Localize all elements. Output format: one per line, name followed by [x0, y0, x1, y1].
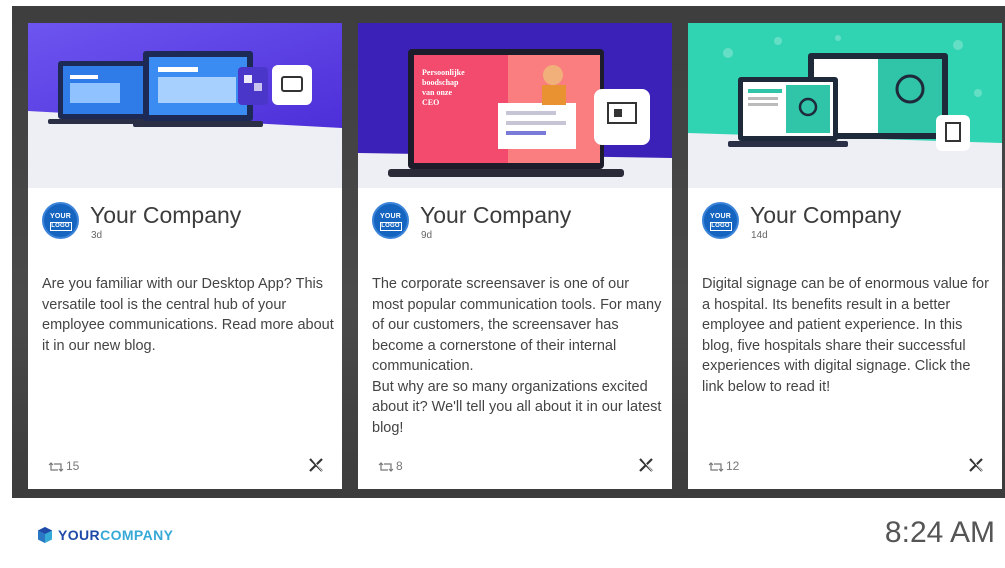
- brand-wordmark: YOURCOMPANY: [58, 527, 174, 543]
- social-wall-frame: YOUR LOGO Your Company 3d Are you famili…: [12, 6, 1005, 498]
- company-name: Your Company: [90, 202, 242, 228]
- social-post-card[interactable]: YOUR LOGO Your Company 3d Are you famili…: [28, 23, 342, 489]
- post-age: 3d: [91, 230, 103, 241]
- company-name: Your Company: [750, 202, 902, 228]
- bottom-bar: YOURCOMPANY 8:24 AM: [0, 498, 1005, 568]
- post-text: Are you familiar with our Desktop App? T…: [42, 276, 334, 354]
- company-avatar: YOUR LOGO: [42, 202, 79, 239]
- post-age: 9d: [421, 230, 433, 241]
- post-hero-image: [28, 23, 342, 188]
- retweet-icon: [48, 462, 64, 472]
- brand-logo-icon: [38, 527, 52, 543]
- svg-text:Persoonlijke: Persoonlijke: [422, 68, 465, 77]
- post-text: Digital signage can be of enormous value…: [702, 276, 989, 395]
- company-name: Your Company: [420, 202, 572, 228]
- company-avatar: YOUR LOGO: [702, 202, 739, 239]
- post-hero-image: Persoonlijke boodschap van onze CEO: [358, 23, 672, 188]
- post-text: The corporate screensaver is one of our …: [372, 276, 662, 436]
- svg-text:van onze: van onze: [422, 88, 452, 97]
- svg-text:CEO: CEO: [422, 98, 439, 107]
- post-age: 14d: [751, 230, 768, 241]
- retweet-count[interactable]: 8: [378, 459, 403, 473]
- retweet-count[interactable]: 12: [708, 459, 739, 473]
- post-hero-image: [688, 23, 1002, 188]
- x-logo-icon[interactable]: [968, 457, 984, 473]
- svg-text:boodschap: boodschap: [422, 78, 459, 87]
- retweet-icon: [708, 462, 724, 472]
- social-post-card[interactable]: YOUR LOGO Your Company 14d Digital signa…: [688, 23, 1002, 489]
- clock: 8:24 AM: [884, 516, 995, 549]
- retweet-count[interactable]: 15: [48, 459, 79, 473]
- company-avatar: YOUR LOGO: [372, 202, 409, 239]
- social-post-card[interactable]: Persoonlijke boodschap van onze CEO YOUR…: [358, 23, 672, 489]
- x-logo-icon[interactable]: [638, 457, 654, 473]
- x-logo-icon[interactable]: [308, 457, 324, 473]
- retweet-icon: [378, 462, 394, 472]
